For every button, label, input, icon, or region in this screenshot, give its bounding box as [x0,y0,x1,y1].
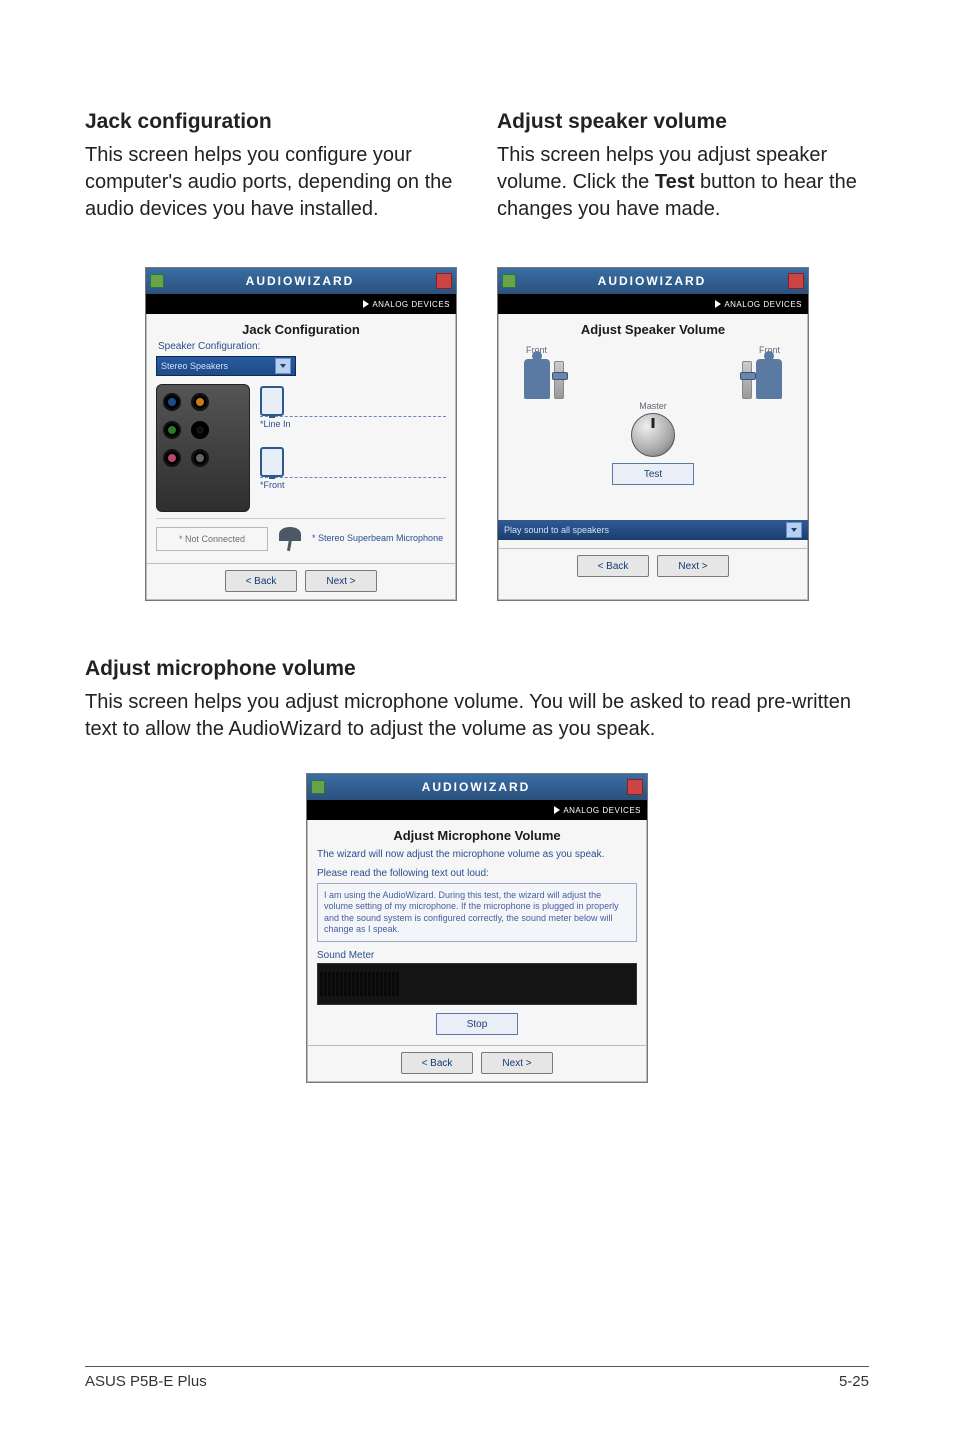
stop-button[interactable]: Stop [436,1013,518,1035]
mic-volume-window: AUDIOWIZARD ANALOG DEVICES Adjust Microp… [306,773,648,1083]
mic-logobar: ANALOG DEVICES [307,800,647,820]
jack-config-window: AUDIOWIZARD ANALOG DEVICES Jack Configur… [145,267,457,601]
jack-heading: Jack Configuration [156,322,446,339]
front-left-slider[interactable] [554,361,564,399]
footer-right: 5-25 [839,1373,869,1390]
not-connected-box: * Not Connected [156,527,268,551]
speaker-vol-body-bold: Test [655,171,695,193]
sound-meter [317,963,637,1005]
mic-back-button[interactable]: < Back [401,1052,473,1074]
analog-devices-logo: ANALOG DEVICES [715,300,802,309]
jack-config-body: This screen helps you configure your com… [85,142,457,223]
jack-next-button[interactable]: Next > [305,570,377,592]
jack-green-icon [163,421,181,439]
jack-grey-icon [191,449,209,467]
speaker-heading: Adjust Speaker Volume [508,322,798,339]
window-menu-icon[interactable] [311,780,325,794]
logo-text: ANALOG DEVICES [372,300,450,309]
speaker-config-value: Stereo Speakers [161,361,228,371]
master-volume-knob[interactable] [631,413,675,457]
speaker-back-button[interactable]: < Back [577,555,649,577]
jack-titlebar: AUDIOWIZARD [146,268,456,294]
analog-devices-logo: ANALOG DEVICES [363,300,450,309]
rear-panel-graphic [156,384,250,512]
mic-window-title: AUDIOWIZARD [325,780,627,794]
play-sound-label: Play sound to all speakers [504,525,609,535]
jack-blue-icon [163,393,181,411]
jack-black-icon [191,421,209,439]
close-icon[interactable] [627,779,643,795]
test-button[interactable]: Test [612,463,694,485]
mic-heading: Adjust Microphone Volume [317,828,637,845]
front-label: *Front [260,477,446,490]
jack-back-button[interactable]: < Back [225,570,297,592]
logo-icon [554,806,560,814]
mic-sub: Please read the following text out loud: [317,868,637,879]
footer-left: ASUS P5B-E Plus [85,1373,207,1390]
mic-vol-body: This screen helps you adjust microphone … [85,689,869,743]
page-footer: ASUS P5B-E Plus 5-25 [85,1366,869,1390]
jack-orange-icon [191,393,209,411]
window-menu-icon[interactable] [502,274,516,288]
master-label: Master [612,401,694,411]
jack-config-title: Jack configuration [85,110,457,134]
mic-desc: The wizard will now adjust the microphon… [317,849,637,860]
front-right-speaker-icon [756,359,782,399]
logo-icon [715,300,721,308]
speaker-vol-body: This screen helps you adjust speaker vol… [497,142,869,223]
jack-window-title: AUDIOWIZARD [164,274,436,288]
speaker-config-dropdown[interactable]: Stereo Speakers [156,356,296,376]
mic-titlebar: AUDIOWIZARD [307,774,647,800]
mic-next-button[interactable]: Next > [481,1052,553,1074]
speaker-window-title: AUDIOWIZARD [516,274,788,288]
front-jack-icon [260,447,284,477]
linein-jack-icon [260,386,284,416]
speaker-volume-window: AUDIOWIZARD ANALOG DEVICES Adjust Speake… [497,267,809,601]
chevron-down-icon[interactable] [275,358,291,374]
speaker-next-button[interactable]: Next > [657,555,729,577]
superbeam-mic-icon [276,525,304,553]
play-sound-dropdown[interactable]: Play sound to all speakers [498,520,808,540]
front-left-speaker-icon [524,359,550,399]
window-menu-icon[interactable] [150,274,164,288]
speaker-titlebar: AUDIOWIZARD [498,268,808,294]
close-icon[interactable] [436,273,452,289]
mic-read-text: I am using the AudioWizard. During this … [317,883,637,942]
analog-devices-logo: ANALOG DEVICES [554,806,641,815]
logo-text: ANALOG DEVICES [563,806,641,815]
mic-vol-title: Adjust microphone volume [85,657,869,681]
logo-text: ANALOG DEVICES [724,300,802,309]
linein-label: *Line In [260,416,446,429]
speaker-vol-title: Adjust speaker volume [497,110,869,134]
close-icon[interactable] [788,273,804,289]
jack-subline: Speaker Configuration: [158,341,446,352]
logo-icon [363,300,369,308]
chevron-down-icon[interactable] [786,522,802,538]
superbeam-mic-label: * Stereo Superbeam Microphone [312,534,443,544]
front-right-slider[interactable] [742,361,752,399]
jack-pink-icon [163,449,181,467]
sound-meter-label: Sound Meter [317,950,637,961]
speaker-logobar: ANALOG DEVICES [498,294,808,314]
jack-logobar: ANALOG DEVICES [146,294,456,314]
